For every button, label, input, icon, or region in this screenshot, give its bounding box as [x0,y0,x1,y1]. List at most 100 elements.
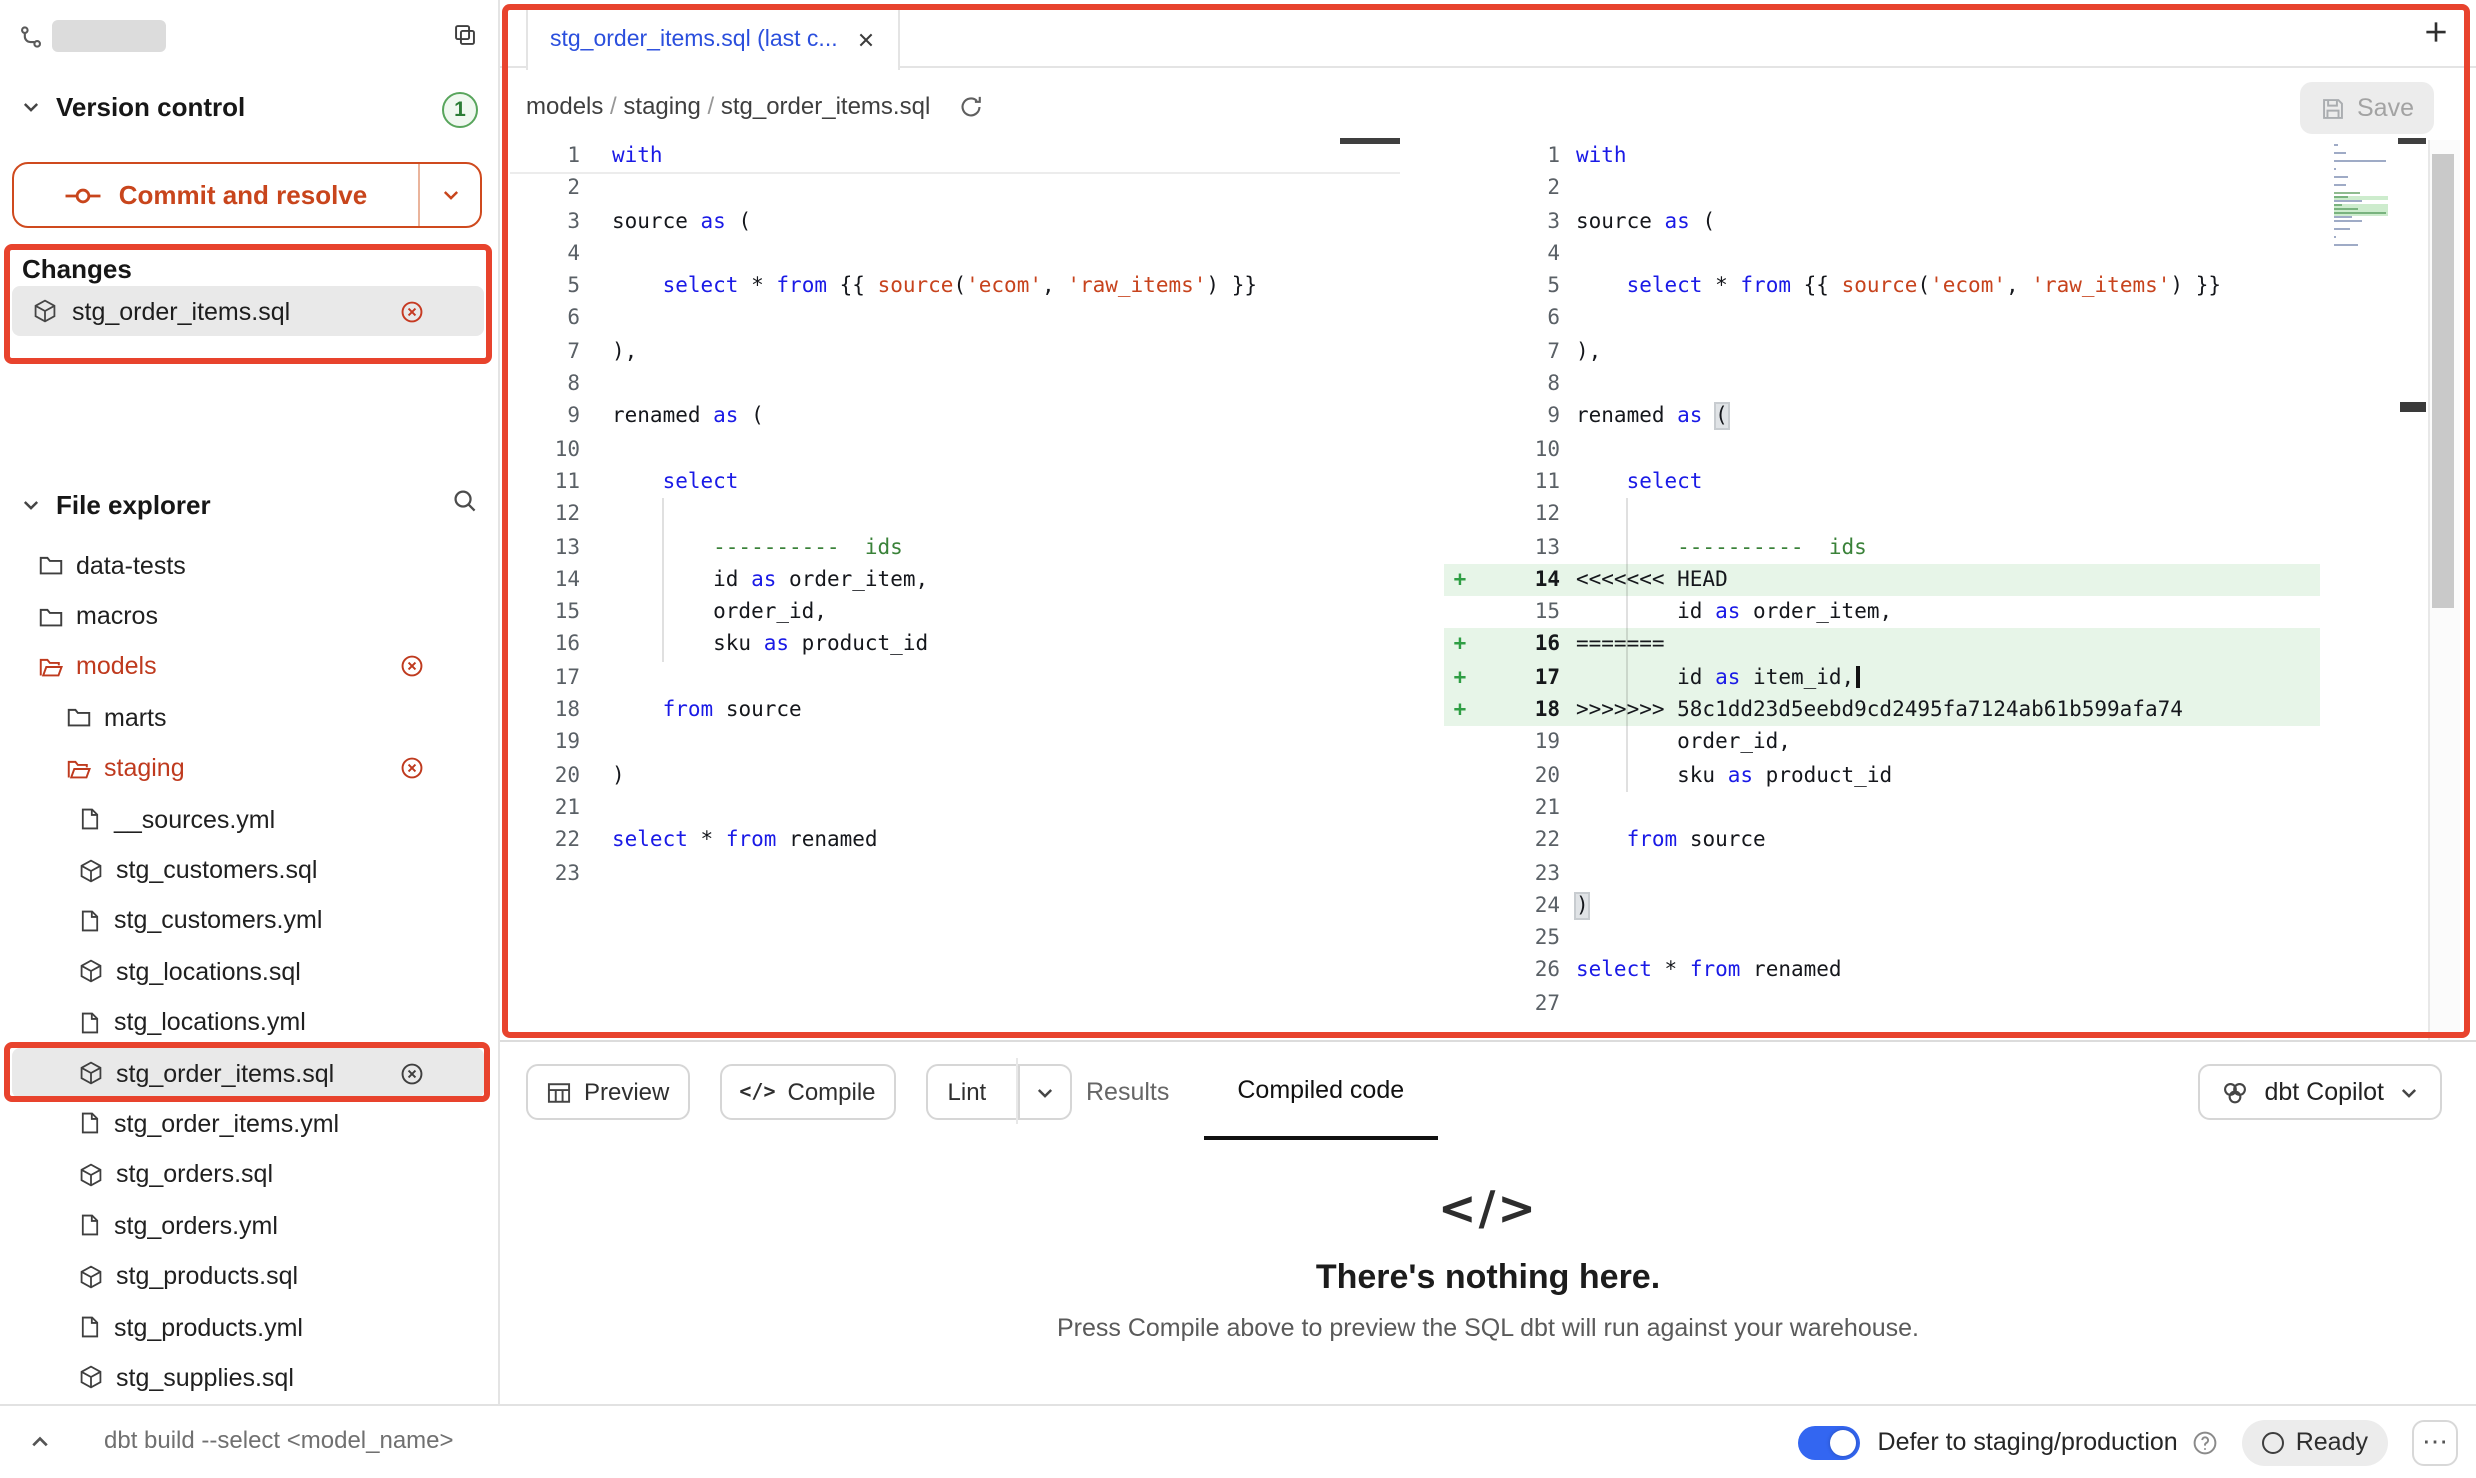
code-line[interactable]: 26select * from renamed [1444,955,2320,988]
code-line[interactable]: 15 order_id, [510,596,1400,629]
discard-change-icon[interactable] [400,757,424,781]
tree-item-stg-products-sql[interactable]: stg_products.sql [12,1251,484,1302]
code-line[interactable]: 8 [510,368,1400,401]
code-line[interactable]: 12 [510,499,1400,532]
code-line[interactable]: 23 [1444,857,2320,890]
code-line[interactable]: 21 [510,792,1400,825]
tree-item-stg-products-yml[interactable]: stg_products.yml [12,1302,484,1353]
code-line[interactable]: +18>>>>>>> 58c1dd23d5eebd9cd2495fa7124ab… [1444,694,2320,727]
tree-item-stg-supplies-sql[interactable]: stg_supplies.sql [12,1353,484,1404]
tree-item-stg-locations-sql[interactable]: stg_locations.sql [12,946,484,997]
code-line[interactable]: 20) [510,759,1400,792]
code-line[interactable]: 5 select * from {{ source('ecom', 'raw_i… [510,270,1400,303]
code-line[interactable]: 27 [1444,987,2320,1020]
lint-button[interactable]: Lint [926,1064,1073,1120]
file-explorer-header[interactable]: File explorer [20,490,211,520]
tree-item-macros[interactable]: macros [12,591,484,642]
editor-pane-original[interactable]: 1with23source as (45 select * from {{ so… [510,140,1400,890]
code-line[interactable]: 10 [510,433,1400,466]
code-line[interactable]: 13 ---------- ids [1444,531,2320,564]
discard-change-icon[interactable] [400,299,424,323]
tree-item--sources-yml[interactable]: __sources.yml [12,794,484,845]
defer-toggle[interactable] [1798,1425,1860,1459]
tree-item-stg-order-items-yml[interactable]: stg_order_items.yml [12,1099,484,1150]
minimap[interactable] [2334,144,2388,252]
compile-button[interactable]: </> Compile [719,1064,895,1120]
panel-tab-compiled-code[interactable]: Compiled code [1203,1042,1438,1140]
tab-stg-order-items[interactable]: stg_order_items.sql (last c... [526,8,900,70]
help-icon[interactable] [2192,1429,2218,1455]
scrollbar-thumb[interactable] [2432,154,2454,608]
tree-item-stg-orders-sql[interactable]: stg_orders.sql [12,1149,484,1200]
tree-item-marts[interactable]: marts [12,692,484,743]
changed-file-row[interactable]: stg_order_items.sql [12,286,484,336]
search-icon[interactable] [452,488,478,514]
develop-branch-icon[interactable] [18,24,44,50]
discard-change-icon[interactable] [400,1061,424,1085]
commit-options-chevron[interactable] [418,164,480,226]
scrollbar-thumb[interactable] [2398,138,2426,144]
code-line[interactable]: 3source as ( [510,205,1400,238]
commit-and-resolve-button[interactable]: Commit and resolve [12,162,482,228]
tree-item-staging[interactable]: staging [12,743,484,794]
tree-item-stg-order-items-sql[interactable]: stg_order_items.sql [12,1048,484,1099]
code-line[interactable]: 18 from source [510,694,1400,727]
save-button[interactable]: Save [2299,82,2434,134]
more-options-button[interactable]: ⋯ [2412,1419,2458,1465]
copy-icon[interactable] [452,22,478,48]
code-line[interactable]: 6 [1444,303,2320,336]
code-line[interactable]: 7), [510,336,1400,369]
panel-tab-results[interactable]: Results [1052,1042,1203,1140]
status-badge[interactable]: Ready [2242,1419,2388,1465]
code-line[interactable]: 4 [510,238,1400,271]
code-line[interactable]: 24) [1444,890,2320,923]
code-line[interactable]: 21 [1444,792,2320,825]
code-line[interactable]: 22 from source [1444,824,2320,857]
collapse-panel-chevron-icon[interactable] [28,1430,52,1454]
code-line[interactable]: +17 id as item_id, [1444,662,2320,695]
code-line[interactable]: 4 [1444,238,2320,271]
tree-item-stg-orders-yml[interactable]: stg_orders.yml [12,1200,484,1251]
code-line[interactable]: 17 [510,662,1400,695]
code-line[interactable]: 19 [510,727,1400,760]
version-control-header[interactable]: Version control [20,92,245,122]
preview-button[interactable]: Preview [526,1064,689,1120]
code-line[interactable]: 2 [510,173,1400,206]
code-line[interactable]: 9renamed as ( [1444,401,2320,434]
code-line[interactable]: 10 [1444,433,2320,466]
cli-command-text[interactable]: dbt build --select <model_name> [104,1426,454,1454]
code-line[interactable]: 13 ---------- ids [510,531,1400,564]
code-line[interactable]: 7), [1444,336,2320,369]
tree-item-stg-customers-yml[interactable]: stg_customers.yml [12,895,484,946]
tree-item-data-tests[interactable]: data-tests [12,540,484,591]
code-line[interactable]: 3source as ( [1444,205,2320,238]
close-tab-icon[interactable] [856,30,876,50]
code-line[interactable]: 11 select [510,466,1400,499]
code-line[interactable]: 5 select * from {{ source('ecom', 'raw_i… [1444,270,2320,303]
code-line[interactable]: 2 [1444,173,2320,206]
tree-item-models[interactable]: models [12,642,484,693]
tree-item-stg-locations-yml[interactable]: stg_locations.yml [12,997,484,1048]
code-line[interactable]: 25 [1444,922,2320,955]
tree-item-stg-customers-sql[interactable]: stg_customers.sql [12,845,484,896]
code-line[interactable]: 6 [510,303,1400,336]
code-line[interactable]: 11 select [1444,466,2320,499]
code-line[interactable]: 1with [510,140,1400,173]
code-line[interactable]: +14<<<<<<< HEAD [1444,564,2320,597]
refresh-icon[interactable] [958,93,984,119]
scrollbar-thumb[interactable] [1340,138,1400,144]
code-line[interactable]: 20 sku as product_id [1444,759,2320,792]
discard-change-icon[interactable] [400,655,424,679]
code-line[interactable]: 19 order_id, [1444,727,2320,760]
code-line[interactable]: 1with [1444,140,2320,173]
code-line[interactable]: 8 [1444,368,2320,401]
diff-editor[interactable]: 1with23source as (45 select * from {{ so… [500,140,2476,1040]
code-line[interactable]: 23 [510,857,1400,890]
code-line[interactable]: 9renamed as ( [510,401,1400,434]
code-line[interactable]: +16======= [1444,629,2320,662]
code-line[interactable]: 14 id as order_item, [510,564,1400,597]
code-line[interactable]: 22select * from renamed [510,824,1400,857]
dbt-copilot-button[interactable]: dbt Copilot [2198,1064,2442,1120]
editor-pane-modified[interactable]: 1with23source as (45 select * from {{ so… [1444,140,2320,1020]
new-tab-button[interactable] [2422,18,2450,46]
